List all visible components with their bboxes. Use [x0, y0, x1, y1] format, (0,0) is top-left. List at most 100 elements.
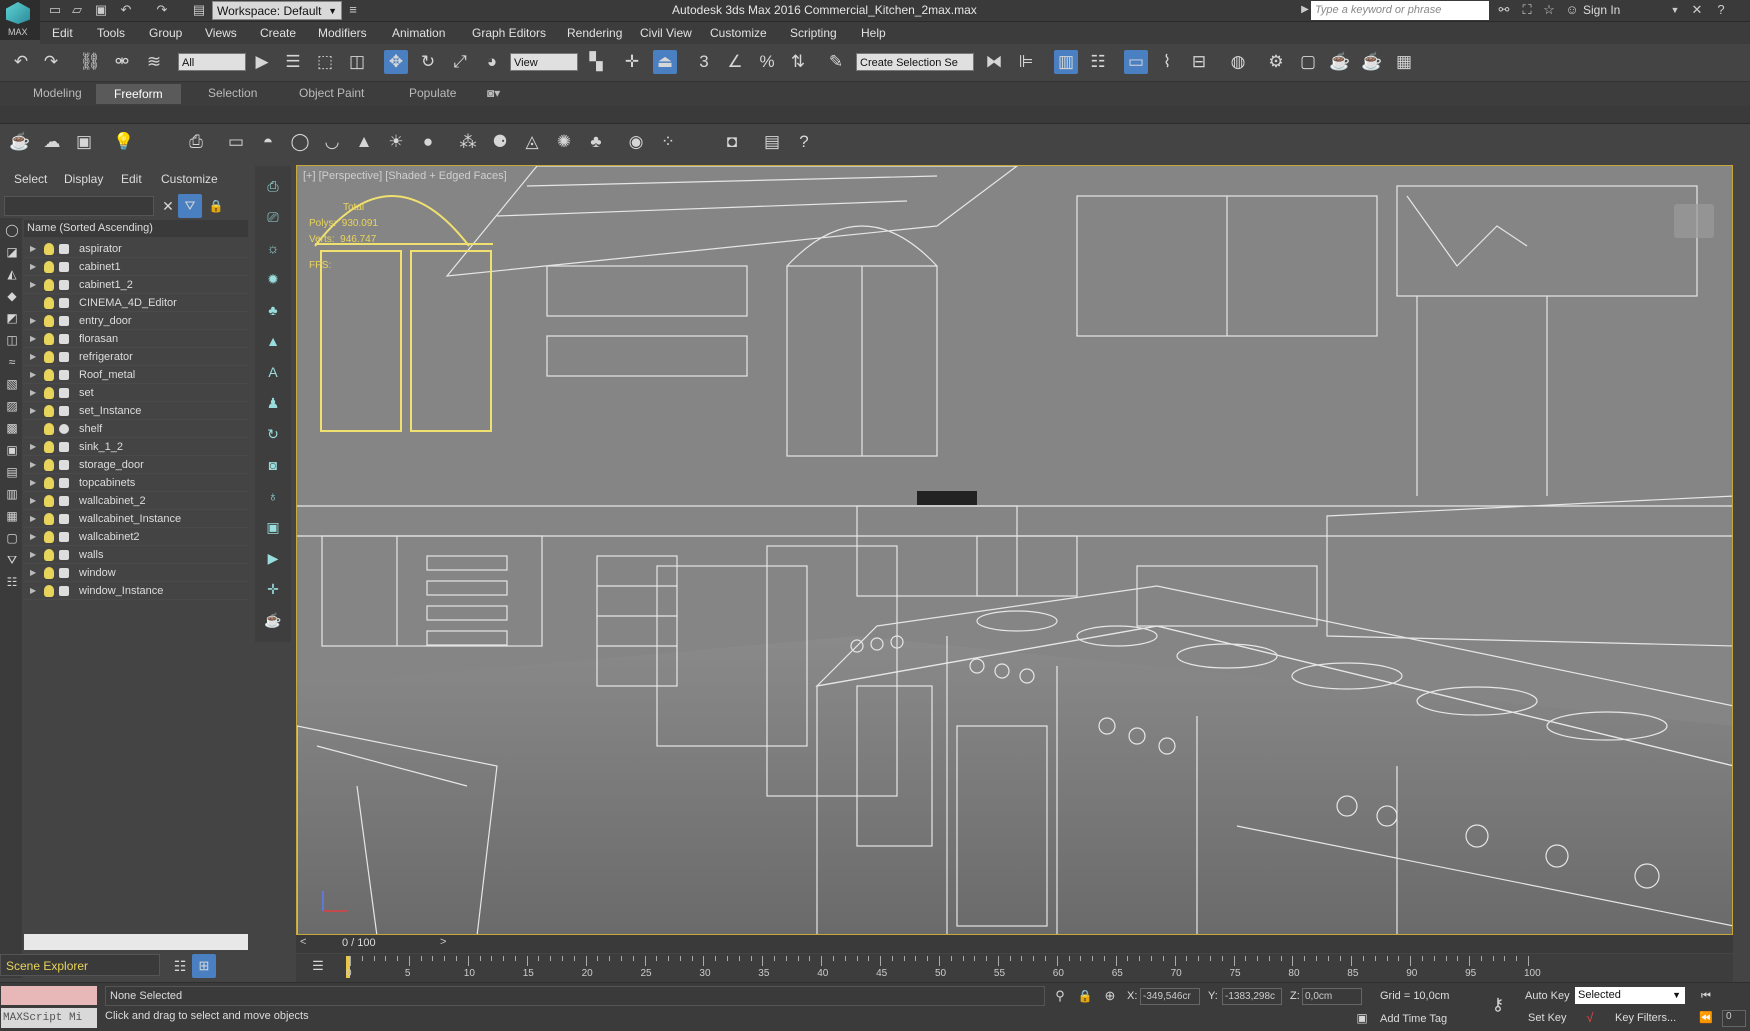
rendered-frame-window-icon[interactable]: ▢: [1296, 50, 1320, 74]
hierarchy-icon[interactable]: ⊞: [192, 954, 216, 978]
favorites-star-icon[interactable]: ☆: [1540, 2, 1558, 18]
light-icon[interactable]: 💡: [112, 130, 136, 154]
light-bulb-icon[interactable]: [44, 279, 54, 291]
display-xrefs-icon[interactable]: ▨: [0, 394, 24, 418]
new-file-icon[interactable]: ▭: [46, 2, 64, 18]
unlink-icon[interactable]: ⚮: [110, 50, 134, 74]
expand-arrow-icon[interactable]: ▶: [30, 456, 36, 474]
display-all-icon[interactable]: ▦: [0, 504, 24, 528]
teapot-icon[interactable]: ☕: [263, 610, 283, 630]
render-elements-icon[interactable]: ◘: [720, 130, 744, 154]
object-box-icon[interactable]: [59, 352, 69, 362]
tree-row[interactable]: CINEMA_4D_Editor: [24, 294, 248, 312]
tree-row[interactable]: ▶ sink_1_2: [24, 438, 248, 456]
named-selection-dropdown[interactable]: Create Selection Se: [856, 53, 974, 71]
select-and-scale-icon[interactable]: ⤢: [448, 50, 472, 74]
object-box-icon[interactable]: [59, 370, 69, 380]
render-in-cloud-icon[interactable]: ▦: [1392, 50, 1416, 74]
menu-animation[interactable]: Animation: [392, 26, 445, 40]
reference-coordinate-dropdown[interactable]: View: [510, 53, 578, 71]
open-folder-icon[interactable]: ▱: [68, 2, 86, 18]
object-box-icon[interactable]: [59, 496, 69, 506]
expand-arrow-icon[interactable]: ▶: [30, 474, 36, 492]
light-bulb-icon[interactable]: [44, 405, 54, 417]
display-frozen-icon[interactable]: ▤: [0, 460, 24, 484]
object-box-icon[interactable]: [59, 280, 69, 290]
expand-arrow-icon[interactable]: ▶: [30, 510, 36, 528]
communication-center-icon[interactable]: ⛶: [1518, 2, 1536, 18]
light-bulb-icon[interactable]: [44, 585, 54, 597]
expand-arrow-icon[interactable]: ▶: [30, 312, 36, 330]
mini-curve-editor-icon[interactable]: ☰: [306, 954, 330, 978]
sun-icon[interactable]: ☀: [384, 130, 408, 154]
menu-scripting[interactable]: Scripting: [790, 26, 837, 40]
tree-row[interactable]: ▶ Roof_metal: [24, 366, 248, 384]
quick-access-menu-icon[interactable]: ≡: [344, 2, 362, 18]
documents-icon[interactable]: ▤: [760, 130, 784, 154]
absolute-mode-icon[interactable]: ⊕: [1098, 984, 1122, 1008]
light-bulb-icon[interactable]: [44, 297, 54, 309]
bowl-icon[interactable]: ◡: [320, 130, 344, 154]
object-box-icon[interactable]: [59, 532, 69, 542]
tree-row[interactable]: ▶ set_Instance: [24, 402, 248, 420]
help-icon[interactable]: ?: [792, 130, 816, 154]
light-bulb-icon[interactable]: [44, 369, 54, 381]
tab-selection[interactable]: Selection: [208, 86, 257, 100]
tab-freeform[interactable]: Freeform: [96, 84, 181, 104]
light-bulb-icon[interactable]: [44, 531, 54, 543]
expand-arrow-icon[interactable]: ▶: [30, 240, 36, 258]
undo-icon[interactable]: ↶: [117, 2, 135, 18]
tree-row[interactable]: ▶ cabinet1_2: [24, 276, 248, 294]
tree-row[interactable]: ▶ set: [24, 384, 248, 402]
percent-snap-icon[interactable]: %: [755, 50, 779, 74]
display-lights-icon[interactable]: ◆: [0, 284, 24, 308]
expand-arrow-icon[interactable]: ▶: [30, 438, 36, 456]
render-setup-icon[interactable]: ⚙: [1264, 50, 1288, 74]
isolate-selection-icon[interactable]: ⚲: [1048, 984, 1072, 1008]
scene-explorer-dropdown[interactable]: Scene Explorer: [0, 954, 160, 976]
select-and-move-icon[interactable]: ✥: [384, 50, 408, 74]
viewcube-icon[interactable]: [1674, 204, 1714, 238]
app-logo-button[interactable]: MAX: [0, 0, 40, 40]
redo-icon[interactable]: ↷: [153, 2, 171, 18]
display-hidden-icon[interactable]: ▥: [0, 482, 24, 506]
display-containers-icon[interactable]: ▣: [0, 438, 24, 462]
place-icon[interactable]: ◕: [480, 50, 504, 74]
object-box-icon[interactable]: [59, 406, 69, 416]
camera-target-icon[interactable]: ⎚: [263, 207, 283, 227]
snaps-toggle-icon[interactable]: 3: [692, 50, 716, 74]
display-shapes-icon[interactable]: ◭: [0, 262, 24, 286]
object-box-icon[interactable]: [59, 478, 69, 488]
menu-graph-editors[interactable]: Graph Editors: [472, 26, 546, 40]
compound-icon[interactable]: ▣: [72, 130, 96, 154]
tree-row[interactable]: ▶ walls: [24, 546, 248, 564]
filter-icon[interactable]: ⛛: [178, 194, 202, 218]
select-and-rotate-icon[interactable]: ↻: [416, 50, 440, 74]
tab-populate[interactable]: Populate: [409, 86, 456, 100]
key-mode-dropdown[interactable]: Selected ▼: [1575, 987, 1685, 1004]
go-to-start-icon[interactable]: ⏮: [1694, 984, 1718, 1008]
pivot-center-icon[interactable]: ▚: [584, 50, 608, 74]
maxscript-listener-input[interactable]: [1, 986, 97, 1005]
display-geometry-icon[interactable]: ◪: [0, 240, 24, 264]
binoculars-icon[interactable]: ⚯: [1495, 2, 1513, 18]
menu-help[interactable]: Help: [861, 26, 886, 40]
display-filter-icon[interactable]: ⛛: [0, 548, 24, 572]
sphere-icon[interactable]: ◯: [288, 130, 312, 154]
light-bulb-icon[interactable]: [44, 333, 54, 345]
light-bulb-icon[interactable]: ☼: [263, 238, 283, 258]
map-swatch-icon[interactable]: ⁘: [656, 130, 680, 154]
manipulate-icon[interactable]: ✛: [620, 50, 644, 74]
align-icon[interactable]: ⊫: [1014, 50, 1038, 74]
light-bulb-icon[interactable]: [44, 441, 54, 453]
selection-lock-icon[interactable]: 🔒: [1073, 984, 1097, 1008]
schematic-view-icon[interactable]: ⊟: [1187, 50, 1211, 74]
material-sphere-icon[interactable]: ◉: [624, 130, 648, 154]
menu-views[interactable]: Views: [205, 26, 237, 40]
display-none-icon[interactable]: ◯: [0, 218, 24, 242]
sun-icon[interactable]: ✹: [263, 269, 283, 289]
layers-icon[interactable]: ☷: [168, 954, 192, 978]
key-icon[interactable]: ⚷: [1486, 993, 1510, 1017]
display-groups-icon[interactable]: ▧: [0, 372, 24, 396]
expand-arrow-icon[interactable]: ▶: [30, 276, 36, 294]
